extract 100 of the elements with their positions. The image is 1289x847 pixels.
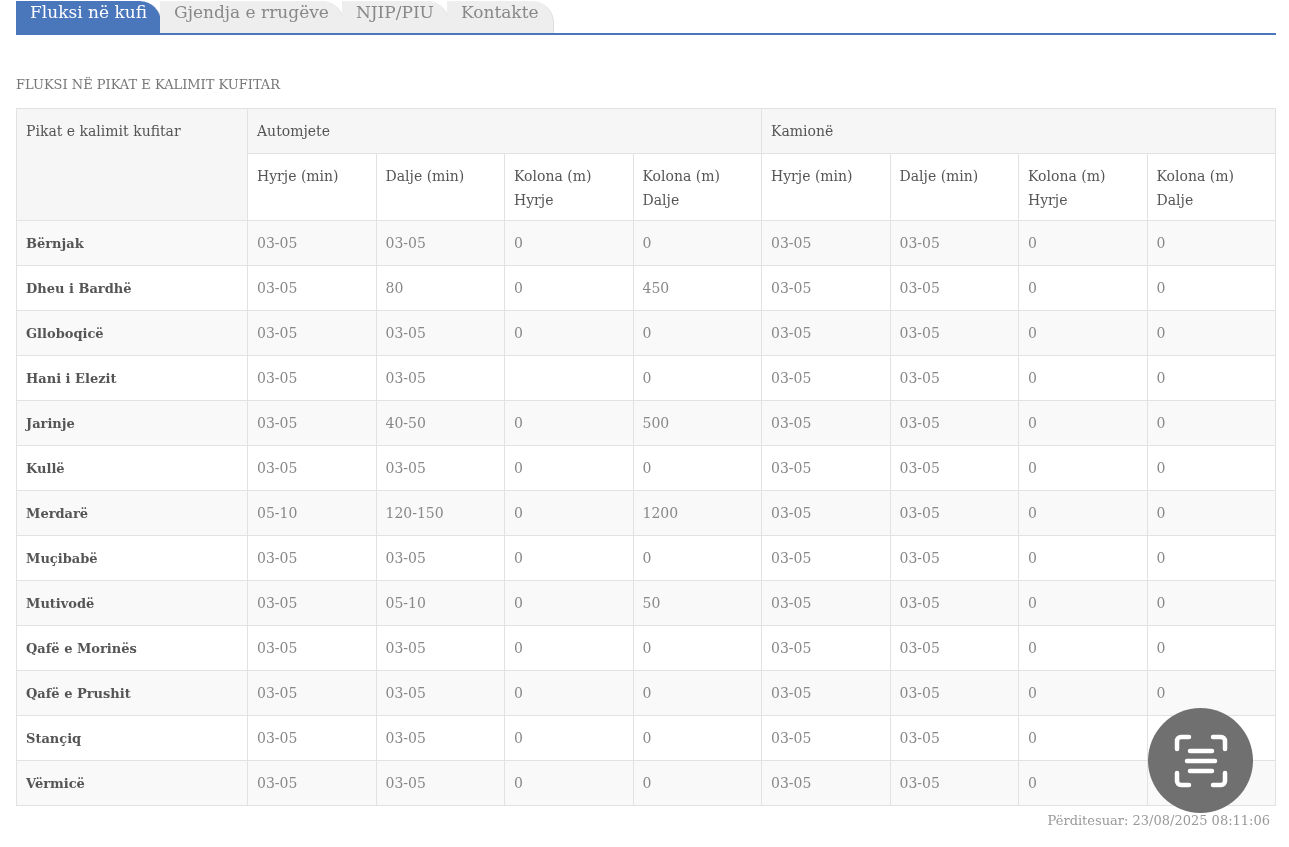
table-cell: Dheu i Bardhë — [16, 265, 248, 311]
table-cell: 03-05 — [247, 715, 376, 761]
table-cell: 03-05 — [247, 220, 376, 266]
column-header: Kolona (m) Dalje — [633, 153, 762, 221]
table-cell: 0 — [504, 760, 633, 806]
column-group-header: Kamionë — [761, 108, 1276, 154]
table-cell: 03-05 — [247, 625, 376, 671]
table-cell: 0 — [1018, 310, 1147, 356]
table-cell: 03-05 — [247, 670, 376, 716]
table-cell: 0 — [633, 670, 762, 716]
table-cell: 0 — [1018, 715, 1147, 761]
table-cell: 03-05 — [376, 715, 505, 761]
table-cell: 03-05 — [761, 220, 890, 266]
scan-text-icon — [1172, 732, 1229, 789]
table-cell: 0 — [504, 490, 633, 536]
tab[interactable]: Gjendja e rrugëve — [160, 1, 344, 33]
table-cell: 03-05 — [376, 670, 505, 716]
table-cell: 03-05 — [761, 715, 890, 761]
table-cell: 0 — [504, 715, 633, 761]
last-updated-text: Përditesuar: 23/08/2025 08:11:06 — [1046, 813, 1271, 828]
table-cell: 03-05 — [761, 580, 890, 626]
table-cell: 03-05 — [761, 535, 890, 581]
table-cell: 0 — [504, 220, 633, 266]
table-cell: Stançiq — [16, 715, 248, 761]
table-cell: 03-05 — [376, 355, 505, 401]
table-cell: 03-05 — [376, 220, 505, 266]
table-cell: 0 — [1147, 310, 1276, 356]
table-cell: 0 — [1147, 265, 1276, 311]
table-cell: 03-05 — [890, 535, 1019, 581]
table-cell: 03-05 — [376, 625, 505, 671]
table-cell: 03-05 — [890, 715, 1019, 761]
table-cell: 03-05 — [761, 445, 890, 491]
table-cell: Qafë e Prushit — [16, 670, 248, 716]
table-cell: Glloboqicë — [16, 310, 248, 356]
table-cell: 03-05 — [247, 310, 376, 356]
table-cell: 03-05 — [761, 265, 890, 311]
table-cell: 500 — [633, 400, 762, 446]
table-cell: 0 — [504, 670, 633, 716]
table-cell: 0 — [1147, 490, 1276, 536]
table-cell: 03-05 — [247, 445, 376, 491]
table-cell: Bërnjak — [16, 220, 248, 266]
table-cell: 0 — [633, 715, 762, 761]
table-cell: 03-05 — [376, 445, 505, 491]
column-header: Hyrje (min) — [761, 153, 890, 221]
table-cell: 03-05 — [761, 310, 890, 356]
table-cell: Merdarë — [16, 490, 248, 536]
table-cell: 0 — [504, 580, 633, 626]
table-cell: 0 — [1018, 220, 1147, 266]
table-cell: 0 — [1018, 580, 1147, 626]
table-cell: 03-05 — [890, 670, 1019, 716]
table-cell: 0 — [504, 265, 633, 311]
table-cell: 0 — [1147, 670, 1276, 716]
table-cell: 0 — [633, 445, 762, 491]
column-header: Kolona (m) Hyrje — [1018, 153, 1147, 221]
table-cell: 0 — [504, 445, 633, 491]
table-cell: 03-05 — [761, 490, 890, 536]
tab[interactable]: NJIP/PIU — [341, 1, 449, 33]
column-header: Dalje (min) — [890, 153, 1019, 221]
table-cell: 03-05 — [761, 670, 890, 716]
table-cell: 0 — [1018, 625, 1147, 671]
table-cell: 0 — [633, 310, 762, 356]
table-cell: 03-05 — [761, 400, 890, 446]
table-cell: 80 — [376, 265, 505, 311]
table-cell: 03-05 — [890, 580, 1019, 626]
table-cell: 0 — [1018, 265, 1147, 311]
table-cell: Muçibabë — [16, 535, 248, 581]
table-cell: 0 — [1147, 625, 1276, 671]
table-cell: 0 — [633, 355, 762, 401]
table-cell: 0 — [1147, 355, 1276, 401]
table-cell: 0 — [1018, 490, 1147, 536]
table-cell: 0 — [1018, 400, 1147, 446]
table-cell: 03-05 — [376, 760, 505, 806]
table-cell: 03-05 — [247, 580, 376, 626]
column-header: Kolona (m) Hyrje — [504, 153, 633, 221]
section-title: FLUKSI NË PIKAT E KALIMIT KUFITAR — [16, 77, 282, 92]
table-cell: 03-05 — [890, 625, 1019, 671]
table-cell: Jarinje — [16, 400, 248, 446]
table-cell: 03-05 — [890, 355, 1019, 401]
table-cell: 03-05 — [247, 355, 376, 401]
table-cell: 0 — [1147, 445, 1276, 491]
table-cell: 03-05 — [890, 760, 1019, 806]
tab[interactable]: Kontakte — [446, 1, 554, 33]
table-cell: 0 — [1018, 355, 1147, 401]
table-cell: 03-05 — [761, 625, 890, 671]
table-cell: 03-05 — [376, 310, 505, 356]
table-cell: 03-05 — [890, 310, 1019, 356]
table-cell: 03-05 — [247, 265, 376, 311]
column-header: Pikat e kalimit kufitar — [16, 108, 248, 221]
table-cell: 0 — [633, 625, 762, 671]
table-cell: 05-10 — [247, 490, 376, 536]
table-cell: 0 — [1018, 445, 1147, 491]
table-cell: 0 — [1147, 580, 1276, 626]
table-cell: 120-150 — [376, 490, 505, 536]
column-header: Hyrje (min) — [247, 153, 376, 221]
table-cell: 0 — [1147, 535, 1276, 581]
tab[interactable]: Fluksi në kufi — [16, 1, 163, 33]
column-header: Dalje (min) — [376, 153, 505, 221]
table-cell: 0 — [504, 400, 633, 446]
column-header: Kolona (m) Dalje — [1147, 153, 1276, 221]
table-cell: 0 — [1018, 535, 1147, 581]
